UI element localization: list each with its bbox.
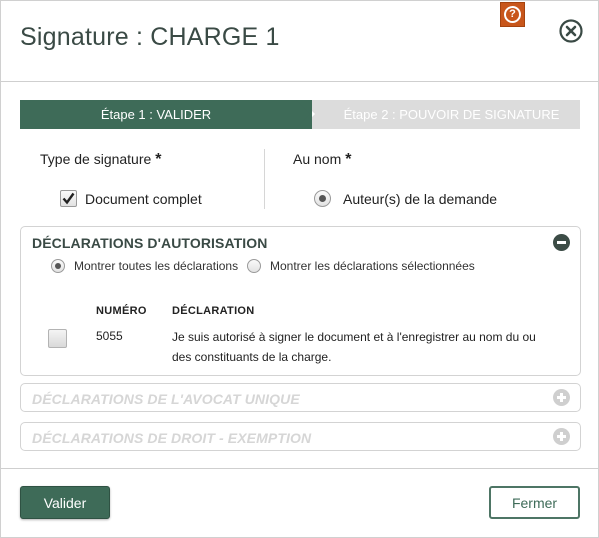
panel-title-avocat: DÉCLARATIONS DE L'AVOCAT UNIQUE — [32, 391, 300, 407]
panel-declarations-droit: DÉCLARATIONS DE DROIT - EXEMPTION — [20, 422, 581, 451]
radio-selected-dot — [319, 195, 326, 202]
filter-all-label: Montrer toutes les déclarations — [74, 259, 239, 273]
filter-selected-radio[interactable] — [247, 259, 261, 273]
panel-declarations-autorisation: DÉCLARATIONS D'AUTORISATION Montrer tout… — [20, 226, 581, 376]
filter-selected-label: Montrer les déclarations sélectionnées — [270, 259, 475, 273]
title-divider — [1, 81, 599, 82]
signature-type-label-text: Type de signature — [40, 151, 152, 167]
au-nom-label-text: Au nom — [293, 151, 342, 167]
step-1: Étape 1 : VALIDER — [20, 100, 312, 129]
field-divider — [264, 149, 265, 209]
step-1-arrow — [296, 100, 310, 128]
step-2-label: Étape 2 : POUVOIR DE SIGNATURE — [343, 107, 560, 122]
question-mark-icon: ? — [504, 6, 521, 23]
expand-plus-icon — [553, 389, 570, 406]
fermer-button[interactable]: Fermer — [489, 486, 580, 519]
document-complet-checkbox[interactable] — [60, 190, 77, 207]
column-header-declaration: DÉCLARATION — [172, 305, 255, 317]
signature-type-label: Type de signature * — [40, 151, 162, 169]
declaration-text-line2: des constituants de la charge. — [172, 350, 332, 364]
required-asterisk: * — [155, 151, 162, 168]
panel-title-autorisation[interactable]: DÉCLARATIONS D'AUTORISATION — [32, 235, 267, 251]
footer-divider — [1, 468, 599, 469]
declaration-text-line1: Je suis autorisé à signer le document et… — [172, 330, 536, 344]
step-1-label: Étape 1 : VALIDER — [100, 107, 212, 122]
declaration-5055-checkbox[interactable] — [48, 329, 67, 348]
close-x-icon[interactable] — [558, 18, 584, 44]
signature-dialog: ? Signature : CHARGE 1 Étape 2 : POUVOIR… — [0, 0, 599, 538]
declaration-numero: 5055 — [96, 329, 123, 343]
help-button[interactable]: ? — [500, 2, 525, 27]
dialog-title: Signature : CHARGE 1 — [20, 23, 280, 51]
document-complet-label: Document complet — [85, 191, 202, 207]
auteurs-radio[interactable] — [314, 190, 331, 207]
panel-declarations-avocat: DÉCLARATIONS DE L'AVOCAT UNIQUE — [20, 383, 581, 412]
required-asterisk: * — [345, 151, 352, 168]
filter-all-radio[interactable] — [51, 259, 65, 273]
step-progress: Étape 2 : POUVOIR DE SIGNATURE Étape 1 :… — [20, 100, 580, 129]
radio-selected-dot — [55, 263, 61, 269]
au-nom-label: Au nom * — [293, 151, 351, 169]
panel-title-droit: DÉCLARATIONS DE DROIT - EXEMPTION — [32, 430, 312, 446]
column-header-numero: NUMÉRO — [96, 305, 147, 317]
auteurs-label: Auteur(s) de la demande — [343, 191, 498, 207]
valider-button[interactable]: Valider — [20, 486, 110, 519]
checkmark-icon — [62, 192, 75, 205]
expand-plus-icon — [553, 428, 570, 445]
collapse-minus-icon[interactable] — [553, 234, 570, 251]
step-2: Étape 2 : POUVOIR DE SIGNATURE — [301, 100, 580, 129]
